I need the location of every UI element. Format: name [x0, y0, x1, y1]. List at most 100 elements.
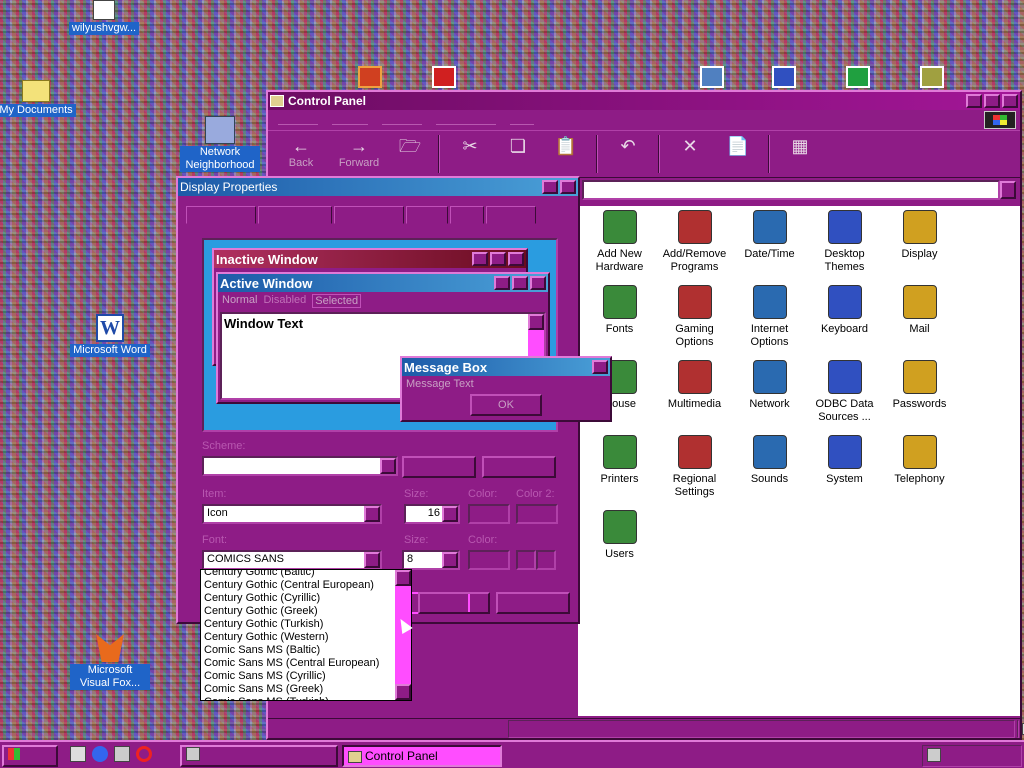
tray-display-icon[interactable]: [927, 748, 941, 762]
chevron-down-icon[interactable]: [364, 506, 380, 522]
control-panel-item[interactable]: Telephony: [882, 435, 957, 486]
start-button[interactable]: [2, 745, 58, 767]
font-size-dropdown[interactable]: 8: [402, 550, 460, 570]
delete-button[interactable]: ✕: [666, 135, 714, 157]
chevron-down-icon[interactable]: [442, 552, 458, 568]
desktop-icon-network-neighborhood[interactable]: Network Neighborhood: [180, 116, 260, 175]
control-panel-item[interactable]: Display: [882, 210, 957, 261]
control-panel-item[interactable]: Keyboard: [807, 285, 882, 336]
control-panel-item[interactable]: Internet Options: [732, 285, 807, 349]
font-option[interactable]: Comic Sans MS (Greek): [201, 683, 411, 696]
delete-button[interactable]: [482, 456, 556, 478]
address-input[interactable]: [582, 180, 1000, 200]
address-dropdown-arrow[interactable]: [1000, 181, 1016, 199]
font-option[interactable]: Comic Sans MS (Cyrillic): [201, 670, 411, 683]
color2-picker[interactable]: [516, 504, 558, 524]
control-panel-item[interactable]: Desktop Themes: [807, 210, 882, 274]
save-as-button[interactable]: [402, 456, 476, 478]
font-option[interactable]: Century Gothic (Western): [201, 631, 411, 644]
font-option[interactable]: Century Gothic (Central European): [201, 579, 411, 592]
font-list-scrollbar[interactable]: [395, 570, 411, 700]
size-spinner[interactable]: 16: [404, 504, 460, 524]
color-picker[interactable]: [468, 504, 510, 524]
scheme-dropdown[interactable]: [202, 456, 398, 476]
control-panel-item[interactable]: Sounds: [732, 435, 807, 486]
control-panel-item[interactable]: Regional Settings: [657, 435, 732, 499]
desktop-icon-microsoft-word[interactable]: W Microsoft Word: [70, 314, 150, 357]
close-button[interactable]: [560, 180, 576, 194]
internet-explorer-icon[interactable]: [92, 746, 108, 762]
up-button[interactable]: 🗁: [388, 135, 432, 157]
taskbar-display-properties-button[interactable]: [180, 745, 338, 767]
font-color-picker[interactable]: [468, 550, 510, 570]
desktop-icon-visual-fox[interactable]: Microsoft Visual Fox...: [70, 634, 150, 690]
cut-button[interactable]: ✂: [446, 135, 494, 157]
font-option[interactable]: Comic Sans MS (Baltic): [201, 644, 411, 657]
desktop-partial-icon[interactable]: [358, 66, 382, 88]
control-panel-item[interactable]: Add New Hardware: [582, 210, 657, 274]
tab-screen-saver[interactable]: [258, 206, 332, 224]
desktop-partial-icon[interactable]: [772, 66, 796, 88]
control-panel-item[interactable]: Printers: [582, 435, 657, 486]
font-option[interactable]: Century Gothic (Turkish): [201, 618, 411, 631]
minimize-button[interactable]: [966, 94, 982, 108]
maximize-button[interactable]: [984, 94, 1000, 108]
desktop-icon-wilyushvgw[interactable]: wilyushvgw...: [64, 0, 144, 35]
chevron-down-icon[interactable]: [380, 458, 396, 474]
menu-item-ghost[interactable]: [436, 116, 496, 125]
back-button[interactable]: ← Back: [272, 135, 330, 169]
desktop-partial-icon[interactable]: [432, 66, 456, 88]
outlook-express-icon[interactable]: [114, 746, 130, 762]
control-panel-item[interactable]: Fonts: [582, 285, 657, 336]
font-dropdown[interactable]: COMICS SANS: [202, 550, 382, 570]
control-panel-item[interactable]: Mail: [882, 285, 957, 336]
control-panel-item[interactable]: Add/Remove Programs: [657, 210, 732, 274]
control-panel-item[interactable]: System: [807, 435, 882, 486]
desktop-icon-my-documents[interactable]: My Documents: [0, 80, 76, 117]
font-option[interactable]: Comic Sans MS (Central European): [201, 657, 411, 670]
show-desktop-icon[interactable]: [70, 746, 86, 762]
display-properties-titlebar[interactable]: Display Properties: [178, 178, 578, 196]
desktop-partial-icon[interactable]: [846, 66, 870, 88]
help-button[interactable]: [542, 180, 558, 194]
desktop-partial-icon[interactable]: [920, 66, 944, 88]
opera-icon[interactable]: [136, 746, 152, 762]
control-panel-titlebar[interactable]: Control Panel: [268, 92, 1020, 110]
taskbar-control-panel-button[interactable]: Control Panel: [342, 745, 502, 767]
font-option[interactable]: Comic Sans MS (Turkish): [201, 696, 411, 700]
forward-button[interactable]: → Forward: [330, 135, 388, 169]
cancel-button[interactable]: [418, 592, 490, 614]
font-bold-toggle[interactable]: [516, 550, 536, 570]
desktop-partial-icon[interactable]: [700, 66, 724, 88]
apply-button[interactable]: [496, 592, 570, 614]
menu-item-ghost[interactable]: [382, 116, 422, 125]
preview-message-box[interactable]: Message Box Message Text OK: [400, 356, 612, 422]
views-button[interactable]: ▦: [776, 135, 824, 157]
control-panel-item[interactable]: Network: [732, 360, 807, 411]
font-italic-toggle[interactable]: [536, 550, 556, 570]
control-panel-item[interactable]: Passwords: [882, 360, 957, 411]
chevron-down-icon[interactable]: [364, 552, 380, 568]
scroll-down-button[interactable]: [395, 684, 411, 700]
control-panel-item[interactable]: Gaming Options: [657, 285, 732, 349]
copy-button[interactable]: ❏: [494, 135, 542, 157]
paste-button[interactable]: 📋: [542, 135, 590, 157]
tab-settings[interactable]: [486, 206, 536, 224]
font-option[interactable]: Century Gothic (Cyrillic): [201, 592, 411, 605]
menu-item-ghost[interactable]: [278, 116, 318, 125]
font-option[interactable]: Century Gothic (Greek): [201, 605, 411, 618]
spinner-arrows-icon[interactable]: [442, 506, 458, 522]
tab-background[interactable]: [186, 206, 256, 224]
tab-web[interactable]: [450, 206, 484, 224]
menu-item-ghost[interactable]: [510, 116, 534, 125]
menu-item-ghost[interactable]: [332, 116, 368, 125]
control-panel-item[interactable]: ODBC Data Sources ...: [807, 360, 882, 424]
tab-appearance[interactable]: [334, 206, 404, 224]
item-dropdown[interactable]: Icon: [202, 504, 382, 524]
undo-button[interactable]: ↶: [604, 135, 652, 157]
properties-button[interactable]: 📄: [714, 135, 762, 157]
tab-effects[interactable]: [406, 206, 448, 224]
font-dropdown-list[interactable]: Century Gothic (Baltic) Century Gothic (C…: [200, 569, 412, 701]
control-panel-item[interactable]: Users: [582, 510, 657, 561]
scroll-up-button[interactable]: [395, 570, 411, 586]
